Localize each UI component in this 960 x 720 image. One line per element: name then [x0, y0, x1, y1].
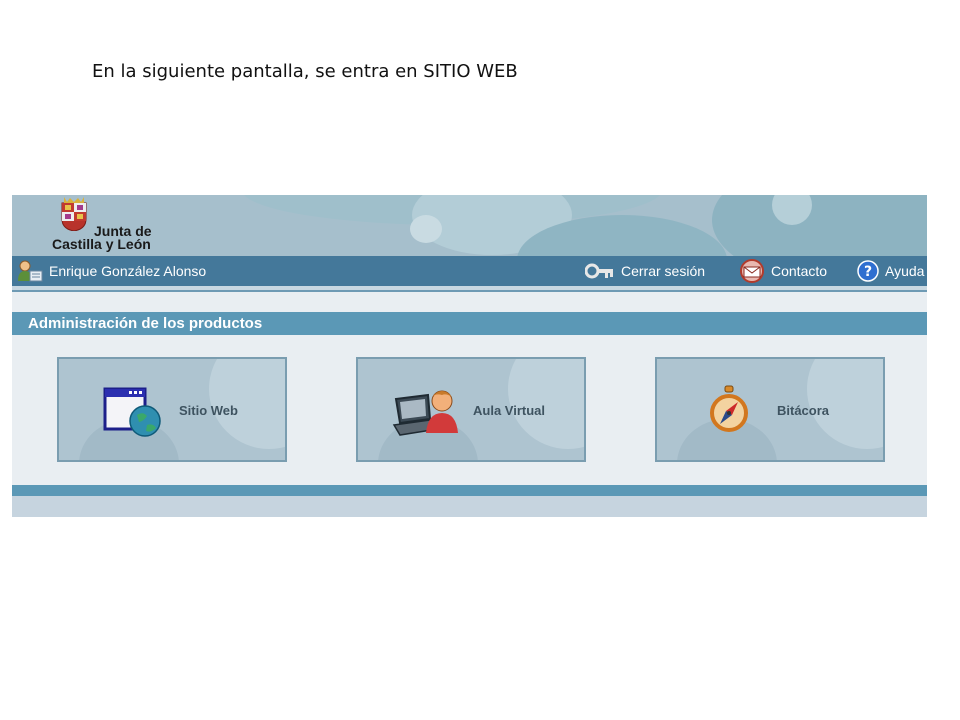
decor-bubble	[712, 195, 927, 256]
help-label: Ayuda	[885, 263, 925, 279]
decor-bubble	[410, 215, 442, 243]
product-label: Sitio Web	[179, 403, 238, 418]
footer-bar	[12, 485, 927, 496]
logout-label: Cerrar sesión	[621, 263, 706, 279]
svg-text:?: ?	[864, 264, 872, 280]
user-name: Enrique González Alonso	[49, 263, 207, 279]
caption-text: En la siguiente pantalla, se entra en SI…	[92, 61, 518, 82]
user-bar: Enrique González Alonso Cerrar sesión Co…	[12, 256, 927, 286]
product-label: Bitácora	[777, 403, 830, 418]
key-icon	[585, 263, 613, 279]
user-card-icon	[18, 260, 43, 282]
compass-icon	[710, 385, 748, 432]
help-link[interactable]: ? Ayuda	[857, 256, 924, 286]
section-header: Administración de los productos	[12, 312, 927, 335]
product-tile-aula-virtual[interactable]: Aula Virtual	[356, 357, 586, 462]
website-globe-icon	[103, 387, 161, 437]
help-question-icon: ?	[857, 260, 879, 282]
junta-logo[interactable]: Junta de Castilla y León	[52, 197, 212, 255]
envelope-icon	[740, 259, 764, 283]
contact-link[interactable]: Contacto	[739, 256, 827, 286]
product-tile-sitio-web[interactable]: Sitio Web	[57, 357, 287, 462]
logout-link[interactable]: Cerrar sesión	[585, 256, 705, 286]
section-title: Administración de los productos	[28, 315, 263, 332]
screenshot-frame: Junta de Castilla y León Enrique Gonzále…	[12, 195, 927, 517]
logo-line-2: Castilla y León	[52, 236, 151, 252]
contact-label: Contacto	[771, 263, 828, 279]
header-banner: Junta de Castilla y León	[12, 195, 927, 256]
product-label: Aula Virtual	[473, 403, 546, 418]
laptop-user-icon	[392, 390, 458, 436]
product-tile-bitacora[interactable]: Bitácora	[655, 357, 885, 462]
divider	[12, 290, 927, 292]
user-profile[interactable]: Enrique González Alonso	[17, 256, 206, 286]
footer-strip	[12, 496, 927, 517]
